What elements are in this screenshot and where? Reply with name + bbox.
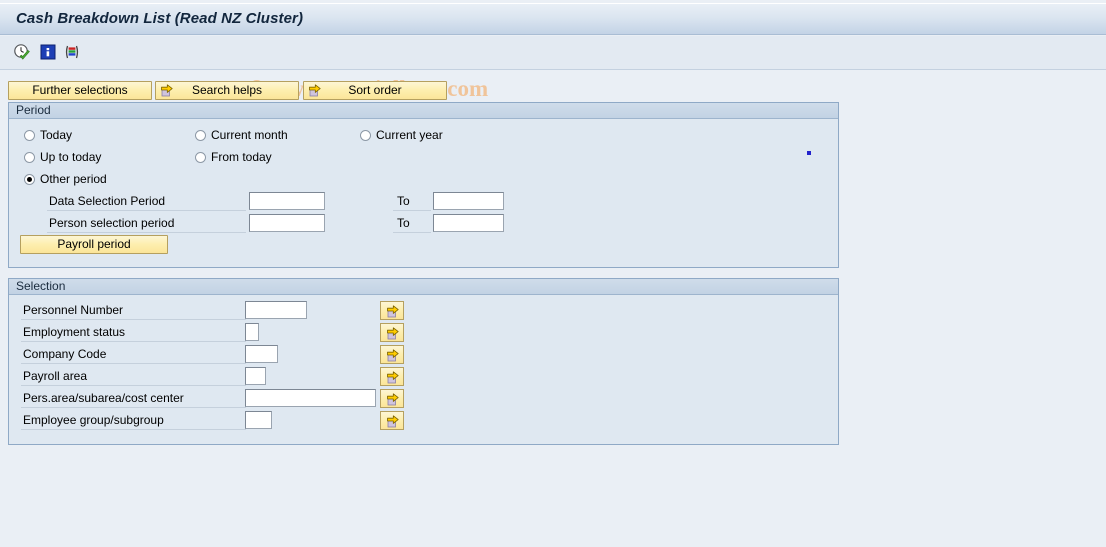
multi-select-arrow-icon [387,415,399,428]
icon-toolbar: © www.tutorialkart.com [0,36,1106,101]
page-title: Cash Breakdown List (Read NZ Cluster) [16,10,304,27]
execute-clock-icon[interactable] [13,43,31,61]
radio-today-mark [24,129,35,141]
sort-order-label: Sort order [348,83,402,97]
further-selections-label: Further selections [32,83,128,97]
radio-from-today-label: From today [211,150,272,164]
person-selection-period-label: Person selection period [49,216,175,230]
radio-up-to-today-label: Up to today [40,150,102,164]
radio-today-label: Today [40,128,73,142]
employment-status-input[interactable] [245,323,259,341]
data-selection-period-label: Data Selection Period [49,194,166,208]
radio-current-month-mark [195,129,206,141]
selection-panel: Selection Personnel Number Employment st… [8,278,839,445]
field-underline [47,210,246,211]
search-helps-button[interactable]: Search helps [155,81,299,100]
field-underline [21,407,246,408]
multi-select-arrow-icon [387,371,399,384]
personnel-number-input[interactable] [245,301,307,319]
company-code-label: Company Code [23,347,107,361]
radio-current-year-mark [360,129,371,141]
field-underline [47,232,246,233]
payroll-area-multi-select-button[interactable] [380,367,404,386]
field-underline [21,429,246,430]
multi-select-arrow-icon [387,327,399,340]
company-code-multi-select-button[interactable] [380,345,404,364]
personnel-number-multi-select-button[interactable] [380,301,404,320]
pers-area-subarea-cost-center-input[interactable] [245,389,376,407]
selection-panel-header: Selection [9,279,838,295]
forward-arrow-icon [159,83,175,98]
radio-from-today[interactable]: From today [195,150,272,164]
radio-other-period-label: Other period [40,172,107,186]
pers-area-subarea-cost-center-multi-select-button[interactable] [380,389,404,408]
pers-area-subarea-cost-center-label: Pers.area/subarea/cost center [23,391,184,405]
radio-up-to-today[interactable]: Up to today [24,150,101,164]
multi-select-arrow-icon [387,305,399,318]
multi-select-arrow-icon [387,393,399,406]
field-underline [21,385,246,386]
radio-other-period[interactable]: Other period [24,172,107,186]
data-selection-period-to-input[interactable] [433,192,504,210]
payroll-area-label: Payroll area [23,369,88,383]
radio-today[interactable]: Today [24,128,72,142]
radio-current-month-label: Current month [211,128,288,142]
cursor-marker-dot [807,151,811,155]
employee-group-subgroup-multi-select-button[interactable] [380,411,404,430]
employee-group-subgroup-input[interactable] [245,411,272,429]
payroll-period-button[interactable]: Payroll period [20,235,168,254]
company-code-input[interactable] [245,345,278,363]
person-selection-period-input[interactable] [249,214,325,232]
search-helps-label: Search helps [191,83,263,97]
radio-current-month[interactable]: Current month [195,128,288,142]
payroll-period-label: Payroll period [57,237,131,251]
data-selection-period-to-label: To [397,194,410,208]
employee-group-subgroup-label: Employee group/subgroup [23,413,164,427]
further-selections-button[interactable]: Further selections [8,81,152,100]
radio-up-to-today-mark [24,151,35,163]
radio-current-year[interactable]: Current year [360,128,443,142]
field-underline [393,210,431,211]
person-selection-period-to-input[interactable] [433,214,504,232]
field-underline [21,341,246,342]
radio-current-year-label: Current year [376,128,443,142]
person-selection-period-to-label: To [397,216,410,230]
personnel-number-label: Personnel Number [23,303,124,317]
multi-select-arrow-icon [387,349,399,362]
window-title-bar: Cash Breakdown List (Read NZ Cluster) [0,3,1106,35]
data-selection-period-input[interactable] [249,192,325,210]
employment-status-label: Employment status [23,325,126,339]
radio-from-today-mark [195,151,206,163]
employment-status-multi-select-button[interactable] [380,323,404,342]
field-underline [21,363,246,364]
field-underline [393,232,431,233]
period-panel-header: Period [9,103,838,119]
forward-arrow-icon [307,83,323,98]
field-underline [21,319,246,320]
radio-other-period-mark [24,173,35,185]
information-icon[interactable] [39,43,57,61]
color-list-icon[interactable] [63,43,81,61]
payroll-area-input[interactable] [245,367,266,385]
sort-order-button[interactable]: Sort order [303,81,447,100]
